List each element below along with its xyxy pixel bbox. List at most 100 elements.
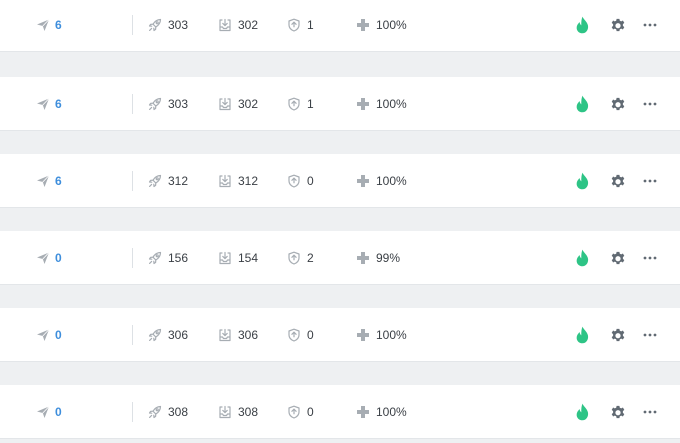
launches-count: 303 <box>168 17 189 32</box>
ellipsis-icon <box>643 332 659 338</box>
launches-cell: 303 <box>148 0 188 51</box>
inbox-download-icon <box>218 18 232 32</box>
inbox-cell: 312 <box>218 154 258 207</box>
flame-icon <box>574 172 590 190</box>
health-cell: 100% <box>356 308 407 361</box>
health-percent: 100% <box>376 17 407 32</box>
shield-cell: 0 <box>287 308 314 361</box>
list-item: 0 306 306 0 100% <box>0 308 680 362</box>
settings-button[interactable] <box>610 308 626 361</box>
health-percent: 100% <box>376 404 407 419</box>
sent-cell: 0 <box>36 385 62 438</box>
paper-plane-icon <box>36 18 50 32</box>
sent-cell: 6 <box>36 0 62 51</box>
campaign-list: 6 303 302 1 100% 6 303 302 1 100% 6 312 … <box>0 0 680 443</box>
ellipsis-icon <box>643 178 659 184</box>
settings-button[interactable] <box>610 385 626 438</box>
column-divider <box>132 402 133 422</box>
inbox-cell: 302 <box>218 0 258 51</box>
settings-button[interactable] <box>610 154 626 207</box>
health-percent: 100% <box>376 173 407 188</box>
inbox-count: 308 <box>238 404 259 419</box>
column-divider <box>132 171 133 191</box>
flame-icon <box>574 403 590 421</box>
launches-count: 308 <box>168 404 189 419</box>
launches-count: 312 <box>168 173 189 188</box>
flame-icon <box>574 326 590 344</box>
status-cell <box>574 308 590 361</box>
inbox-cell: 306 <box>218 308 258 361</box>
sent-count: 0 <box>55 327 62 342</box>
plus-icon <box>356 97 370 111</box>
inbox-cell: 302 <box>218 77 258 130</box>
rocket-icon <box>148 174 162 188</box>
shield-icon <box>287 174 301 188</box>
status-cell <box>574 154 590 207</box>
flame-icon <box>574 95 590 113</box>
gear-icon <box>610 173 626 189</box>
rocket-icon <box>148 405 162 419</box>
column-divider <box>132 15 133 35</box>
inbox-download-icon <box>218 251 232 265</box>
paper-plane-icon <box>36 174 50 188</box>
shield-cell: 2 <box>287 231 314 284</box>
status-cell <box>574 77 590 130</box>
sent-count: 6 <box>55 173 62 188</box>
paper-plane-icon <box>36 405 50 419</box>
shield-cell: 1 <box>287 0 314 51</box>
plus-icon <box>356 251 370 265</box>
status-cell <box>574 385 590 438</box>
column-divider <box>132 94 133 114</box>
settings-button[interactable] <box>610 77 626 130</box>
shield-icon <box>287 405 301 419</box>
inbox-download-icon <box>218 405 232 419</box>
shield-icon <box>287 97 301 111</box>
launches-cell: 312 <box>148 154 188 207</box>
more-options-button[interactable] <box>643 77 659 130</box>
health-percent: 100% <box>376 96 407 111</box>
list-item: 0 156 154 2 99% <box>0 231 680 285</box>
launches-count: 156 <box>168 250 189 265</box>
settings-button[interactable] <box>610 231 626 284</box>
shield-cell: 0 <box>287 154 314 207</box>
rocket-icon <box>148 251 162 265</box>
status-cell <box>574 231 590 284</box>
launches-count: 306 <box>168 327 189 342</box>
gear-icon <box>610 17 626 33</box>
health-cell: 100% <box>356 154 407 207</box>
shield-cell: 1 <box>287 77 314 130</box>
list-item: 6 303 302 1 100% <box>0 77 680 131</box>
shield-count: 1 <box>307 96 314 111</box>
sent-cell: 0 <box>36 308 62 361</box>
shield-icon <box>287 18 301 32</box>
sent-cell: 6 <box>36 154 62 207</box>
health-cell: 100% <box>356 77 407 130</box>
settings-button[interactable] <box>610 0 626 51</box>
health-cell: 99% <box>356 231 400 284</box>
flame-icon <box>574 249 590 267</box>
health-cell: 100% <box>356 0 407 51</box>
sent-count: 0 <box>55 404 62 419</box>
ellipsis-icon <box>643 101 659 107</box>
more-options-button[interactable] <box>643 154 659 207</box>
health-cell: 100% <box>356 385 407 438</box>
shield-count: 0 <box>307 404 314 419</box>
plus-icon <box>356 18 370 32</box>
shield-cell: 0 <box>287 385 314 438</box>
gear-icon <box>610 404 626 420</box>
more-options-button[interactable] <box>643 385 659 438</box>
plus-icon <box>356 328 370 342</box>
inbox-cell: 308 <box>218 385 258 438</box>
inbox-count: 306 <box>238 327 259 342</box>
inbox-count: 312 <box>238 173 259 188</box>
shield-count: 0 <box>307 173 314 188</box>
more-options-button[interactable] <box>643 308 659 361</box>
inbox-download-icon <box>218 328 232 342</box>
shield-count: 1 <box>307 17 314 32</box>
more-options-button[interactable] <box>643 231 659 284</box>
inbox-count: 302 <box>238 96 259 111</box>
flame-icon <box>574 16 590 34</box>
ellipsis-icon <box>643 409 659 415</box>
list-item: 6 312 312 0 100% <box>0 154 680 208</box>
more-options-button[interactable] <box>643 0 659 51</box>
